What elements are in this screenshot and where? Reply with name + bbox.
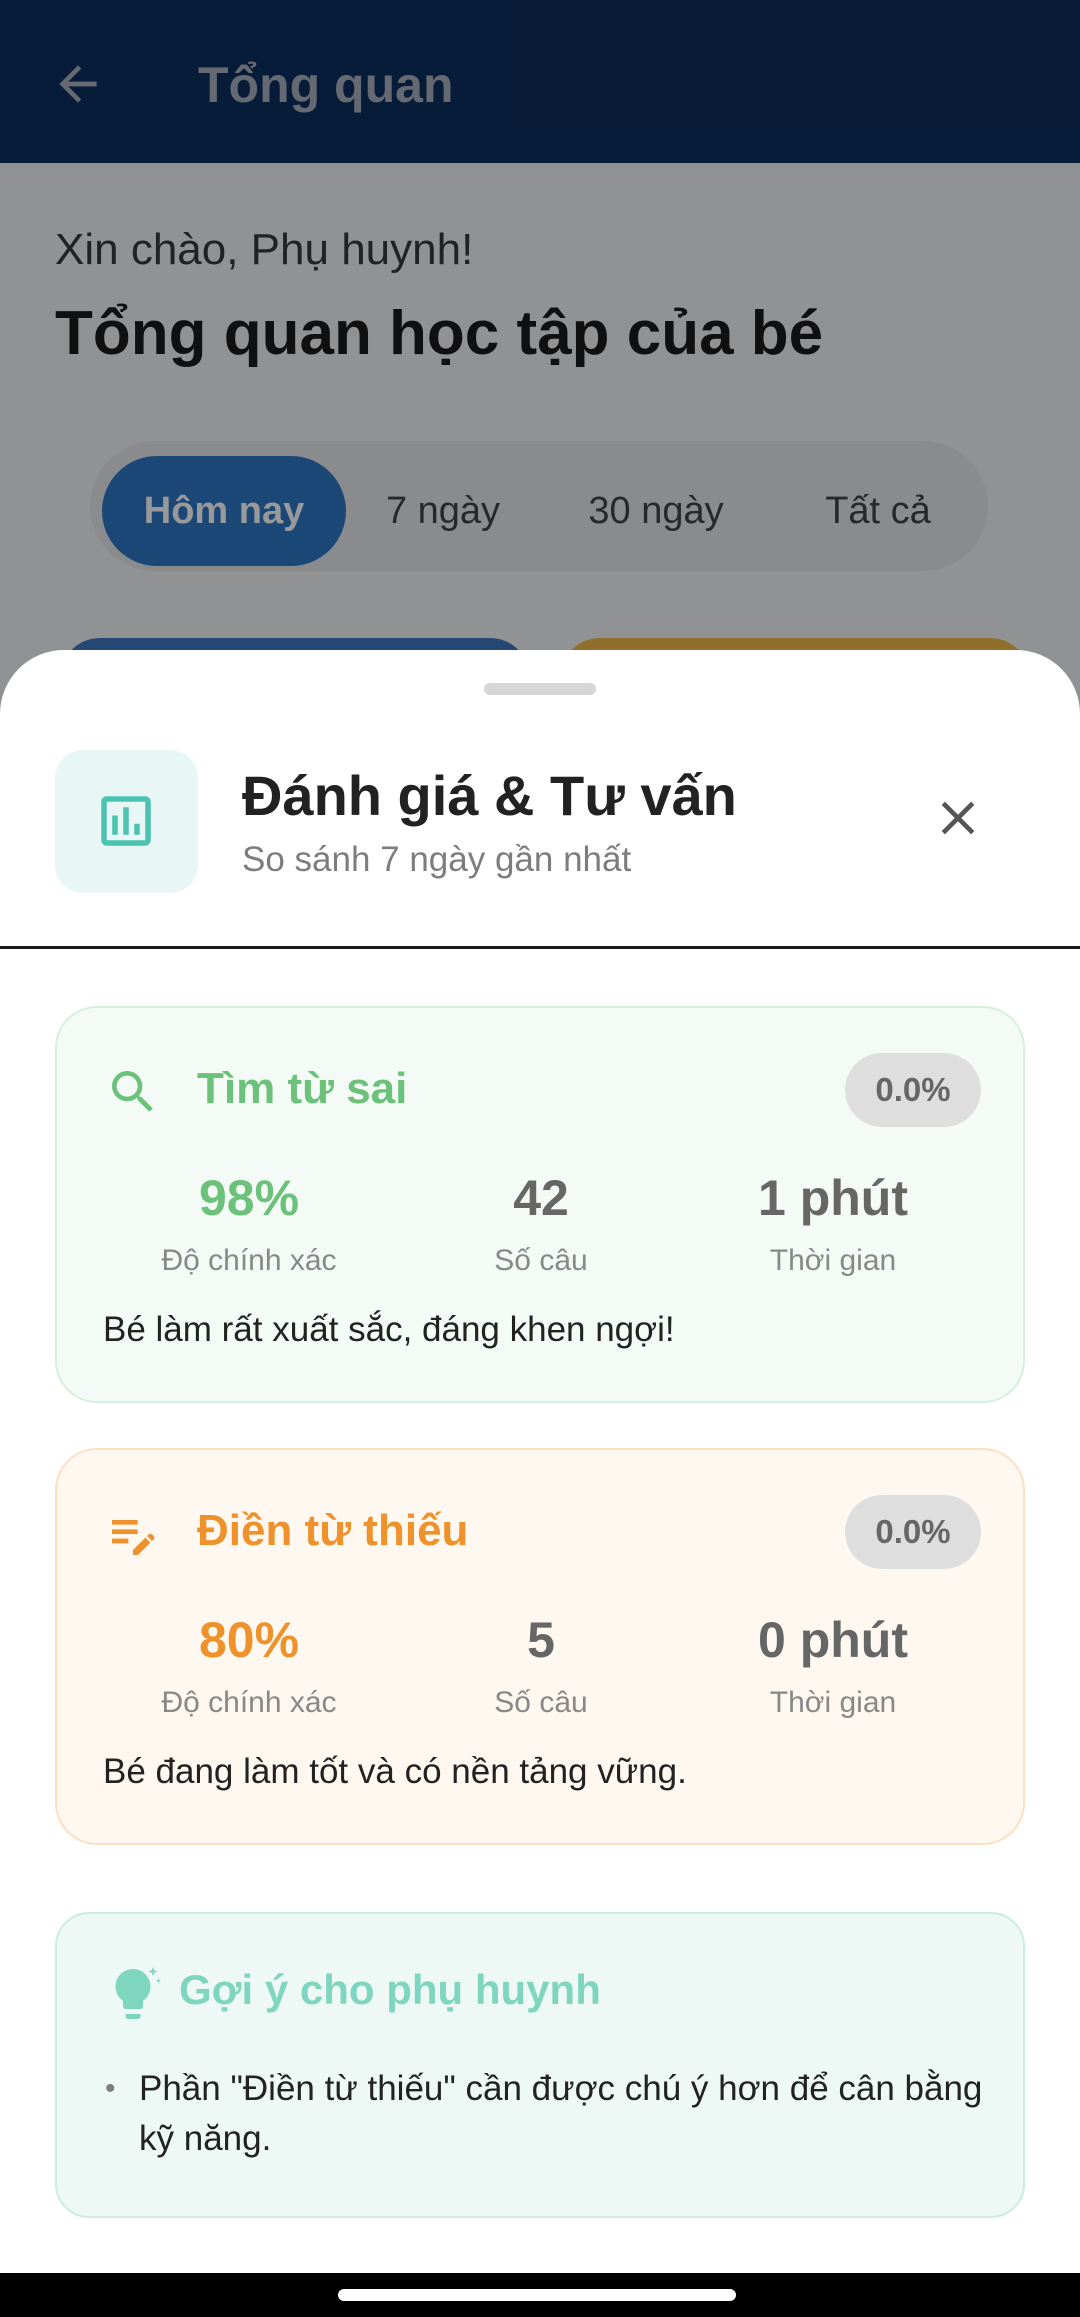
change-badge: 0.0% — [845, 1053, 981, 1127]
system-nav-bar — [0, 2273, 1080, 2317]
edit-note-icon — [112, 1520, 155, 1555]
time-stat: 0 phút Thời gian — [687, 1610, 979, 1720]
tips-title: Gợi ý cho phụ huynh — [179, 1966, 601, 2013]
time-stat: 1 phút Thời gian — [687, 1168, 979, 1278]
accuracy-value: 98% — [198, 1170, 300, 1226]
tip-item: Phần "Điền từ thiếu" cần được chú ý hơn … — [103, 2064, 983, 2164]
questions-stat: 5 Số câu — [395, 1610, 687, 1720]
skill-message: Bé làm rất xuất sắc, đáng khen ngợi! — [103, 1310, 675, 1349]
time-label: Thời gian — [769, 1686, 897, 1719]
accuracy-stat: 80% Độ chính xác — [103, 1610, 395, 1720]
drag-handle[interactable] — [484, 683, 596, 695]
header-divider — [0, 946, 1080, 949]
accuracy-label: Độ chính xác — [161, 1686, 337, 1719]
evaluation-bottom-sheet: Đánh giá & Tư vấn So sánh 7 ngày gần nhấ… — [0, 650, 1080, 2273]
skill-card-fill-missing-word: Điền từ thiếu 0.0% 80% Độ chính xác 5 Số… — [55, 1448, 1025, 1845]
sheet-title: Đánh giá & Tư vấn — [242, 764, 737, 827]
tips-list: Phần "Điền từ thiếu" cần được chú ý hơn … — [103, 2064, 983, 2164]
questions-stat: 42 Số câu — [395, 1168, 687, 1278]
questions-label: Số câu — [494, 1686, 588, 1719]
questions-value: 5 — [527, 1612, 555, 1668]
accuracy-label: Độ chính xác — [161, 1244, 337, 1277]
skill-title: Tìm từ sai — [197, 1064, 408, 1113]
change-badge: 0.0% — [845, 1495, 981, 1569]
bar-chart-icon — [101, 796, 151, 846]
search-icon — [112, 1071, 153, 1112]
lightbulb-icon — [115, 1967, 162, 2019]
home-gesture-bar[interactable] — [338, 2289, 736, 2301]
skill-message: Bé đang làm tốt và có nền tảng vững. — [103, 1752, 687, 1791]
questions-value: 42 — [513, 1170, 569, 1226]
parent-tips-card: Gợi ý cho phụ huynh Phần "Điền từ thiếu"… — [55, 1912, 1025, 2218]
time-value: 0 phút — [758, 1612, 908, 1668]
sheet-subtitle: So sánh 7 ngày gần nhất — [242, 840, 632, 879]
questions-label: Số câu — [494, 1244, 588, 1277]
sheet-header-icon-box — [55, 750, 198, 893]
accuracy-stat: 98% Độ chính xác — [103, 1168, 395, 1278]
skill-title: Điền từ thiếu — [197, 1506, 469, 1555]
time-label: Thời gian — [769, 1244, 897, 1277]
accuracy-value: 80% — [198, 1612, 300, 1668]
close-icon[interactable] — [930, 790, 986, 846]
time-value: 1 phút — [758, 1170, 908, 1226]
skill-card-find-wrong-word: Tìm từ sai 0.0% 98% Độ chính xác 42 Số c… — [55, 1006, 1025, 1403]
